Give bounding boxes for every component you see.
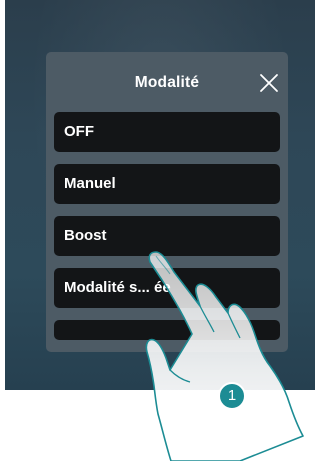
mode-option-list: OFF Manuel Boost Modalité s... ée [54,112,280,352]
mode-option-boost[interactable]: Boost [54,216,280,256]
mode-dialog: Modalité OFF Manuel Boost Modalité s... … [46,52,288,352]
mode-option-manuel[interactable]: Manuel [54,164,280,204]
tutorial-stage: Modalité OFF Manuel Boost Modalité s... … [0,0,320,461]
dialog-header: Modalité [46,52,288,108]
step-number-badge: 1 [218,382,246,410]
close-icon [260,74,278,92]
close-button[interactable] [258,72,280,94]
mode-option-scheduled[interactable]: Modalité s... ée [54,268,280,308]
mode-option-more[interactable] [54,320,280,340]
mode-option-off[interactable]: OFF [54,112,280,152]
dialog-title: Modalité [134,74,200,91]
